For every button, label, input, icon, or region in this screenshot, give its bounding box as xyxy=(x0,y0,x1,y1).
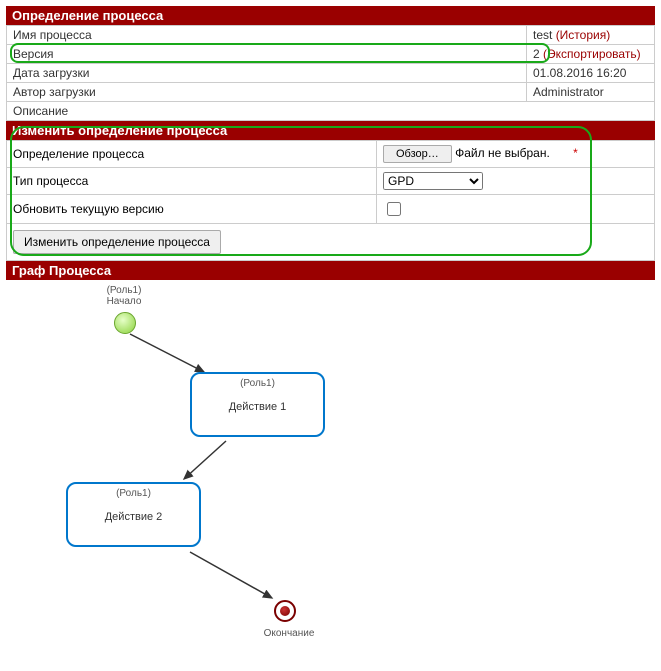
uploaded-value: 01.08.2016 16:20 xyxy=(527,64,655,83)
uploaded-label: Дата загрузки xyxy=(7,64,527,83)
section-header-change: Изменить определение процесса xyxy=(6,121,655,140)
end-text-label: Окончание xyxy=(254,628,324,639)
name-value: test xyxy=(533,28,552,42)
end-node[interactable] xyxy=(274,600,296,622)
section-header-graph: Граф Процесса xyxy=(6,261,655,280)
required-marker: * xyxy=(573,146,578,160)
section-header-definition: Определение процесса xyxy=(6,6,655,25)
task-node-2[interactable]: (Роль1) Действие 2 xyxy=(66,482,201,547)
task-node-1[interactable]: (Роль1) Действие 1 xyxy=(190,372,325,437)
browse-button[interactable]: Обзор… xyxy=(383,145,452,163)
start-text-label: Начало xyxy=(94,296,154,307)
info-table: Имя процесса test (История) Версия 2 (Эк… xyxy=(6,25,655,121)
version-label: Версия xyxy=(7,45,527,64)
task1-role: (Роль1) xyxy=(192,378,323,389)
update-current-checkbox[interactable] xyxy=(387,202,401,216)
process-type-select[interactable]: GPD xyxy=(383,172,483,190)
author-value: Administrator xyxy=(527,83,655,102)
task1-label: Действие 1 xyxy=(192,401,323,413)
definition-file-label: Определение процесса xyxy=(7,141,377,168)
version-value: 2 xyxy=(533,47,540,61)
start-role-label: (Роль1) xyxy=(94,285,154,296)
process-type-cell: GPD xyxy=(377,168,655,195)
name-label: Имя процесса xyxy=(7,26,527,45)
process-graph: (Роль1) Начало (Роль1) Действие 1 (Роль1… xyxy=(6,280,646,660)
submit-change-button[interactable]: Изменить определение процесса xyxy=(13,230,221,254)
version-value-cell: 2 (Экспортировать) xyxy=(527,45,655,64)
update-current-cell xyxy=(377,195,655,224)
task2-role: (Роль1) xyxy=(68,488,199,499)
history-link[interactable]: (История) xyxy=(556,28,611,42)
name-value-cell: test (История) xyxy=(527,26,655,45)
no-file-text: Файл не выбран. xyxy=(455,146,550,160)
author-label: Автор загрузки xyxy=(7,83,527,102)
change-form: Определение процесса Обзор… Файл не выбр… xyxy=(6,140,655,224)
definition-file-cell: Обзор… Файл не выбран. * xyxy=(377,141,655,168)
update-current-label: Обновить текущую версию xyxy=(7,195,377,224)
start-node[interactable] xyxy=(114,312,136,334)
task2-label: Действие 2 xyxy=(68,511,199,523)
desc-label: Описание xyxy=(7,102,655,121)
process-type-label: Тип процесса xyxy=(7,168,377,195)
export-link[interactable]: (Экспортировать) xyxy=(543,47,641,61)
